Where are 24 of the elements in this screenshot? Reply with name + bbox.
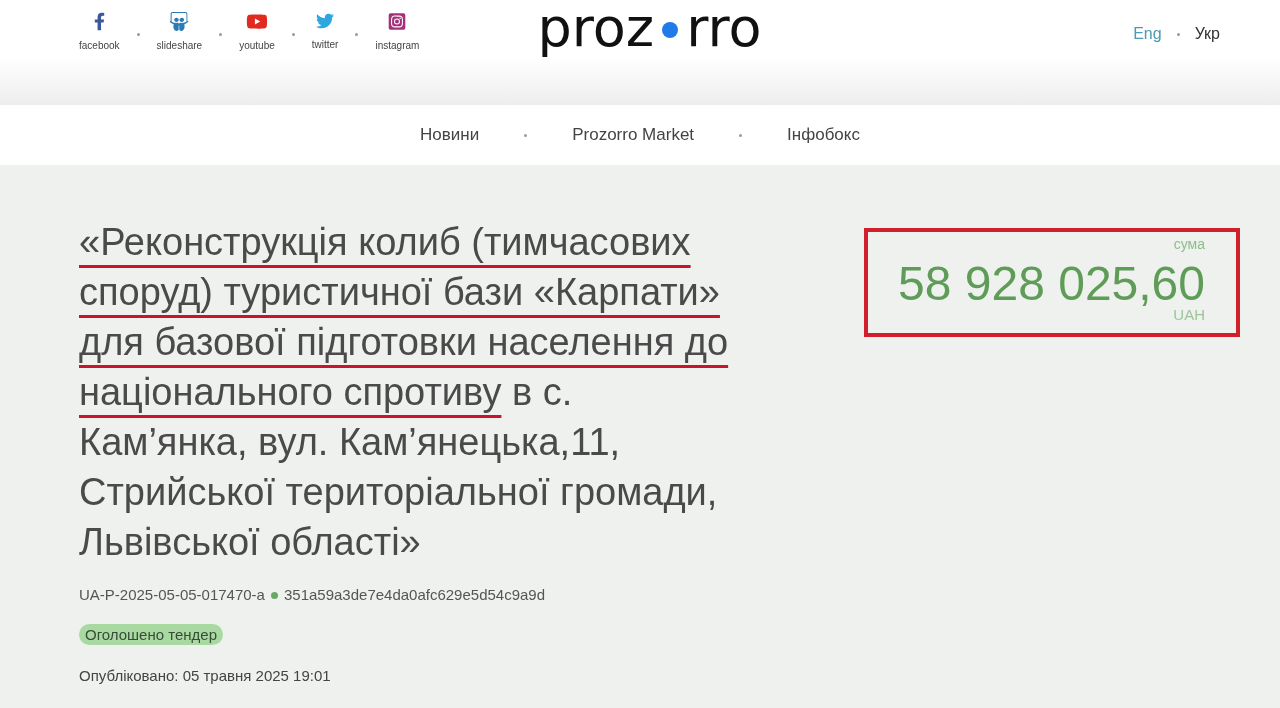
- amount-value: 58 928 025,60: [898, 261, 1205, 307]
- status-badge: Оголошено тендер: [79, 624, 224, 645]
- tender-title: «Реконструкція колиб (тимчасових споруд) туристичної бази «Карпати» для базової підготовки населення до національного спротиву в с. Кам’янка, вул. Кам’янецька,11, Стрийської територіальної громади, Львівської області»: [79, 220, 730, 565]
- published-date: Опубліковано: 05 травня 2025 19:01: [79, 666, 331, 686]
- facebook-icon: [93, 12, 105, 31]
- twitter-icon: [315, 12, 336, 30]
- social-link[interactable]: twitter: [311, 12, 339, 51]
- logo-text: rro: [686, 1, 762, 55]
- nav-link[interactable]: Prozorro Market: [572, 122, 695, 148]
- nav-link[interactable]: Новини: [420, 122, 480, 148]
- slideshare-icon: [169, 12, 190, 31]
- nav-link[interactable]: Інфобокс: [787, 122, 860, 148]
- tender-id: UA-P-2025-05-05-017470-a: [79, 585, 265, 605]
- currency-label: UAH: [1173, 307, 1205, 323]
- youtube-icon: [245, 12, 269, 31]
- social-link[interactable]: facebook: [79, 12, 120, 52]
- social-link[interactable]: instagram: [375, 12, 420, 52]
- tender-hash: 351a59a3de7e4da0afc629e5d54c9a9d: [283, 585, 546, 605]
- amount-label: сума: [1173, 235, 1205, 253]
- logo-text: proz: [537, 1, 655, 55]
- social-link[interactable]: slideshare: [156, 12, 203, 52]
- social-link[interactable]: youtube: [239, 12, 275, 52]
- instagram-icon: [388, 12, 407, 31]
- language-link[interactable]: Укр: [1194, 24, 1220, 44]
